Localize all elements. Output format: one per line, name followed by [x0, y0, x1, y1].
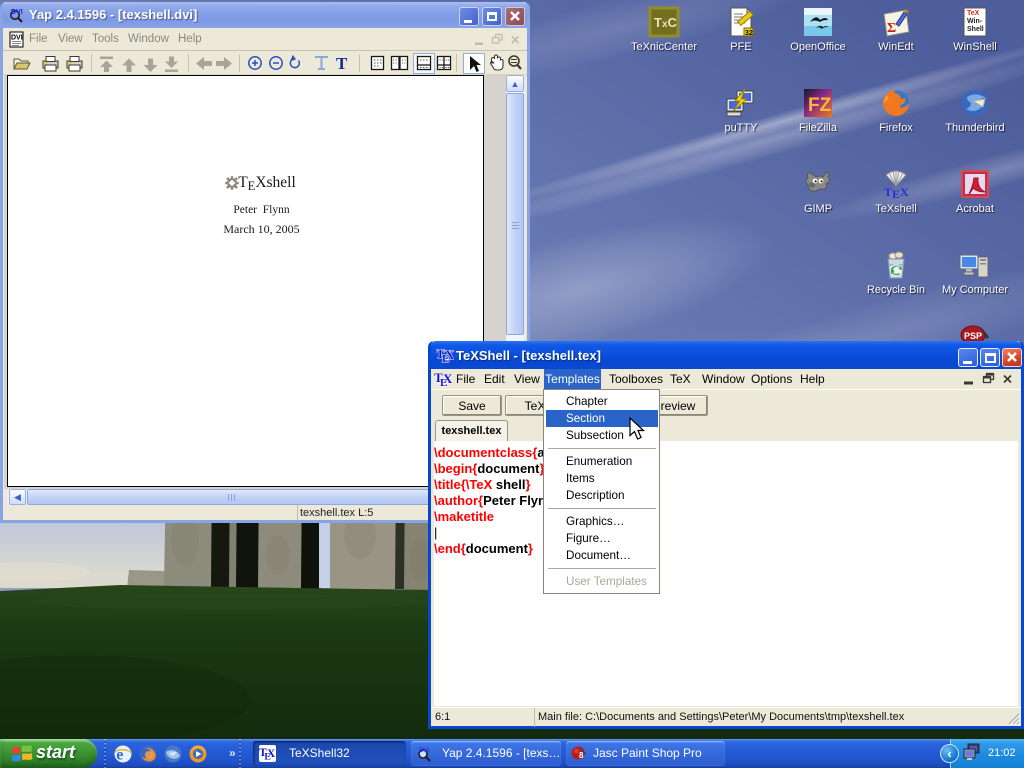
svg-text:Win-: Win-	[967, 18, 983, 25]
svg-text:»: »	[229, 746, 236, 760]
svg-text:DVI: DVI	[11, 9, 23, 16]
svg-text:DVI: DVI	[11, 35, 23, 42]
svg-text:X: X	[443, 371, 452, 386]
svg-text:DVI: DVI	[419, 748, 429, 754]
svg-text:32: 32	[745, 30, 753, 37]
svg-text:X: X	[267, 748, 275, 760]
svg-text:TEX: TEX	[884, 185, 909, 200]
svg-text:FZ: FZ	[808, 95, 832, 116]
svg-text:TeX: TeX	[967, 10, 980, 17]
svg-text:Shell: Shell	[967, 26, 984, 33]
svg-text:Σ: Σ	[887, 21, 896, 36]
svg-text:X: X	[445, 347, 454, 362]
svg-text:T: T	[336, 54, 348, 73]
svg-text:PSP: PSP	[964, 331, 982, 341]
